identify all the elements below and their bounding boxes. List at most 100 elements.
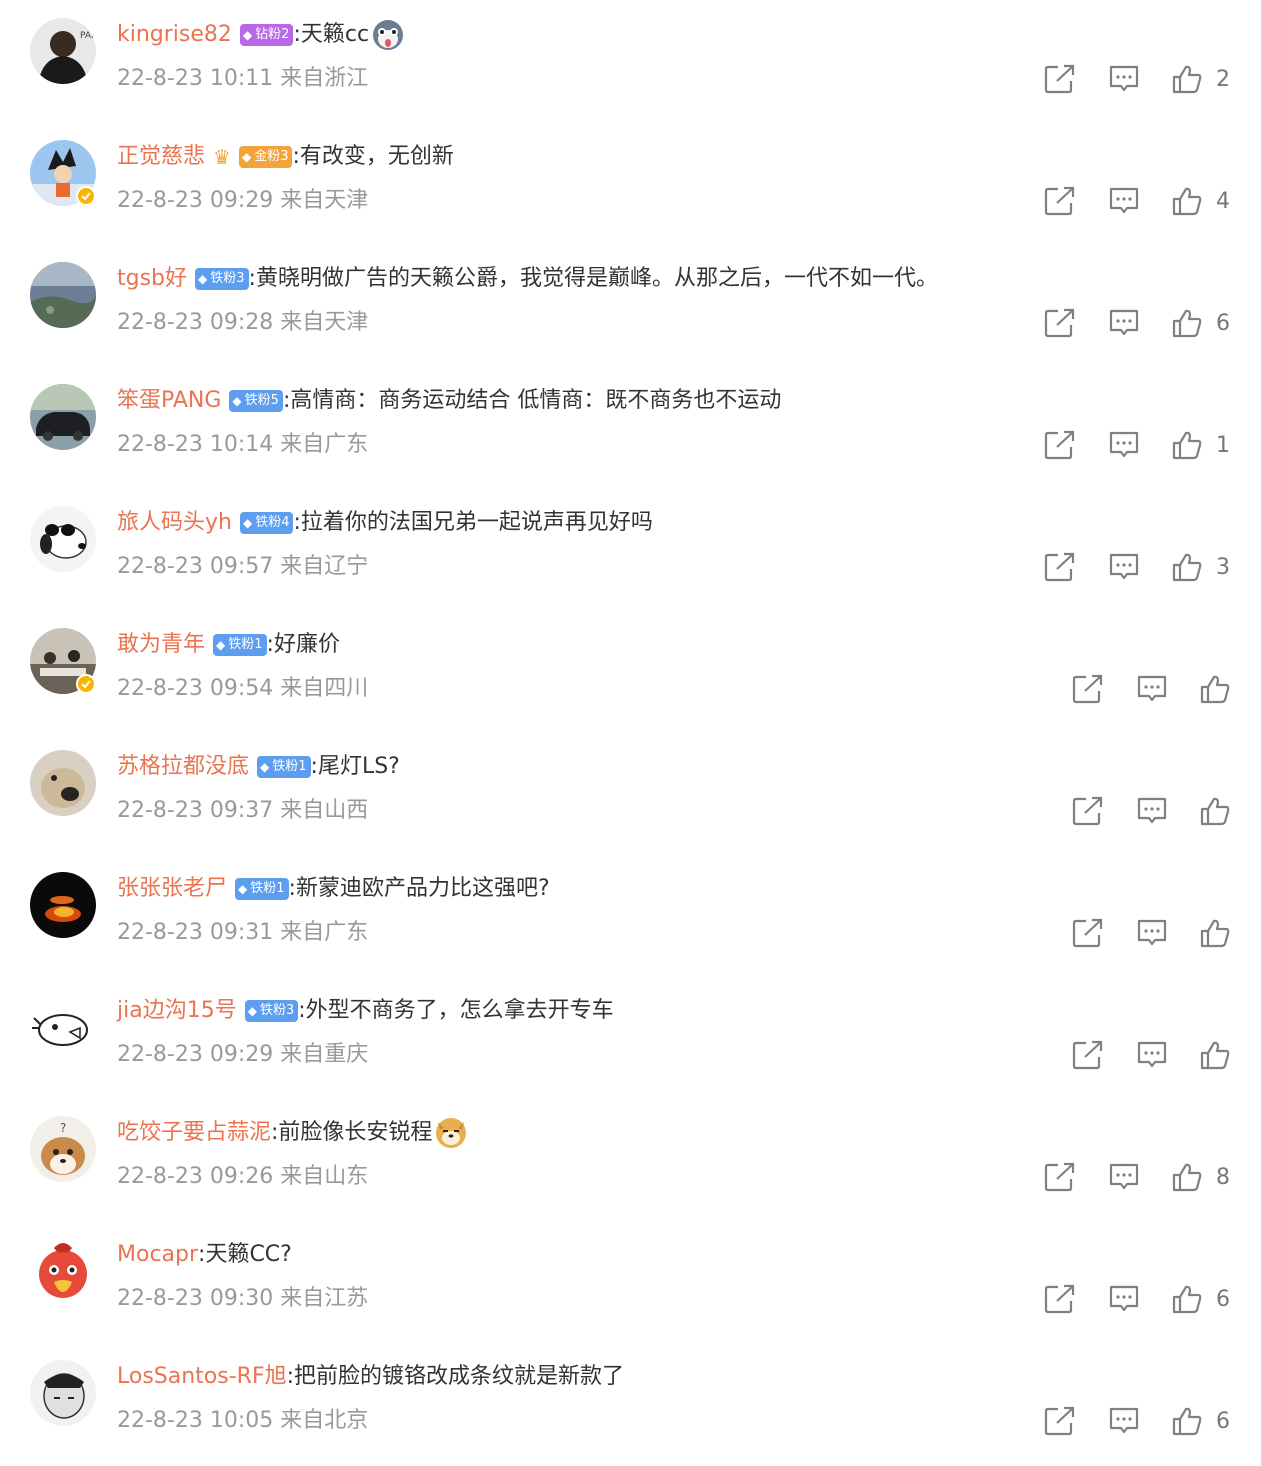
comment-meta: 22-8-23 09:30 来自江苏: [117, 1282, 368, 1316]
reply-button[interactable]: [1108, 423, 1140, 467]
comment-body: 张张张老尸 ◆ 铁粉1:新蒙迪欧产品力比这强吧?: [117, 871, 550, 907]
fan-badge[interactable]: ◆ 铁粉1: [213, 634, 267, 656]
username-link[interactable]: jia边沟15号: [117, 993, 237, 1029]
share-button[interactable]: [1044, 179, 1076, 223]
reply-button[interactable]: [1136, 911, 1168, 955]
comment-time: 22-8-23 09:54: [117, 676, 274, 701]
comment-actions: 6: [1044, 1277, 1230, 1321]
like-button[interactable]: 2: [1172, 57, 1230, 101]
gem-icon: ◆: [247, 1004, 257, 1018]
like-button[interactable]: 6: [1172, 1399, 1230, 1443]
username-link[interactable]: kingrise82: [117, 17, 232, 53]
fan-badge[interactable]: ◆ 金粉3: [238, 146, 293, 168]
avatar[interactable]: ?: [30, 1116, 96, 1182]
share-button[interactable]: [1044, 1277, 1076, 1321]
fan-badge[interactable]: ◆ 铁粉3: [195, 268, 249, 290]
share-button[interactable]: [1044, 1399, 1076, 1443]
like-button[interactable]: 6: [1172, 1277, 1230, 1321]
share-button[interactable]: [1072, 911, 1104, 955]
fan-badge-label: 铁粉5: [244, 393, 279, 408]
reply-button[interactable]: [1108, 1155, 1140, 1199]
share-icon: [1072, 1040, 1104, 1070]
like-count: 6: [1216, 1286, 1230, 1312]
comment-meta: 22-8-23 10:11 来自浙江: [117, 62, 368, 96]
fan-badge[interactable]: ◆ 铁粉4: [239, 512, 294, 534]
comment-actions: [1072, 911, 1230, 955]
reply-button[interactable]: [1108, 179, 1140, 223]
like-button[interactable]: 6: [1172, 301, 1230, 345]
comment-text: :天籁CC?: [198, 1242, 292, 1267]
like-button[interactable]: 3: [1172, 545, 1230, 589]
share-button[interactable]: [1044, 423, 1076, 467]
gem-icon: ◆: [242, 28, 253, 42]
share-button[interactable]: [1072, 667, 1104, 711]
avatar[interactable]: [30, 506, 96, 572]
username-link[interactable]: 苏格拉都没底: [117, 749, 249, 785]
like-button[interactable]: [1200, 911, 1230, 955]
username-link[interactable]: Mocapr: [117, 1237, 198, 1273]
avatar[interactable]: [30, 1360, 96, 1426]
like-count: 1: [1216, 432, 1230, 458]
reply-button[interactable]: [1136, 1033, 1168, 1077]
share-button[interactable]: [1044, 545, 1076, 589]
reply-button[interactable]: [1108, 57, 1140, 101]
comment-body: 吃饺子要占蒜泥:前脸像长安锐程: [117, 1115, 468, 1151]
like-button[interactable]: 1: [1172, 423, 1230, 467]
username-link[interactable]: tgsb好: [117, 261, 187, 297]
comment-item: 旅人码头yh ◆ 铁粉4:拉着你的法国兄弟一起说声再见好吗 22-8-23 09:57…: [0, 488, 1261, 610]
avatar[interactable]: [30, 384, 96, 450]
comment-icon: [1108, 186, 1140, 216]
fan-badge[interactable]: ◆ 铁粉1: [235, 878, 289, 900]
username-link[interactable]: 正觉慈悲: [117, 139, 205, 175]
username-link[interactable]: 旅人码头yh: [117, 505, 232, 541]
comment-text: :前脸像长安锐程: [271, 1120, 433, 1145]
comment-time: 22-8-23 10:11: [117, 66, 274, 91]
username-link[interactable]: 笨蛋PANG: [117, 383, 221, 419]
reply-button[interactable]: [1136, 667, 1168, 711]
avatar[interactable]: PAI: [30, 18, 96, 84]
like-count: 2: [1216, 66, 1230, 92]
comment-actions: 8: [1044, 1155, 1230, 1199]
comment-icon: [1108, 430, 1140, 460]
comment-text: :拉着你的法国兄弟一起说声再见好吗: [293, 510, 653, 535]
like-button[interactable]: [1200, 1033, 1230, 1077]
comment-icon: [1108, 552, 1140, 582]
reply-button[interactable]: [1108, 301, 1140, 345]
fan-badge[interactable]: ◆ 钻粉2: [239, 24, 294, 46]
comment-body: 笨蛋PANG ◆ 铁粉5:高情商：商务运动结合 低情商：既不商务也不运动: [117, 383, 781, 419]
fan-badge[interactable]: ◆ 铁粉1: [257, 756, 311, 778]
avatar[interactable]: [30, 1238, 96, 1304]
username-link[interactable]: 张张张老尸: [117, 871, 227, 907]
share-icon: [1044, 308, 1076, 338]
avatar[interactable]: [30, 262, 96, 328]
like-button[interactable]: 8: [1172, 1155, 1230, 1199]
share-button[interactable]: [1072, 1033, 1104, 1077]
avatar[interactable]: [30, 750, 96, 816]
share-button[interactable]: [1044, 57, 1076, 101]
comment-meta: 22-8-23 09:37 来自山西: [117, 794, 368, 828]
avatar[interactable]: [30, 994, 96, 1060]
fan-badge[interactable]: ◆ 铁粉5: [229, 390, 283, 412]
reply-button[interactable]: [1136, 789, 1168, 833]
comment-item: 苏格拉都没底 ◆ 铁粉1:尾灯LS? 22-8-23 09:37 来自山西: [0, 732, 1261, 854]
like-count: 4: [1216, 188, 1230, 214]
username-link[interactable]: 敢为青年: [117, 627, 205, 663]
share-icon: [1072, 674, 1104, 704]
share-button[interactable]: [1044, 1155, 1076, 1199]
thumbs-up-icon: [1172, 1284, 1202, 1314]
share-button[interactable]: [1072, 789, 1104, 833]
fan-badge-label: 铁粉3: [259, 1003, 295, 1018]
like-count: 6: [1216, 310, 1230, 336]
reply-button[interactable]: [1108, 545, 1140, 589]
share-button[interactable]: [1044, 301, 1076, 345]
reply-button[interactable]: [1108, 1277, 1140, 1321]
like-button[interactable]: 4: [1172, 179, 1230, 223]
like-button[interactable]: [1200, 667, 1230, 711]
thumbs-up-icon: [1172, 1162, 1202, 1192]
like-button[interactable]: [1200, 789, 1230, 833]
username-link[interactable]: 吃饺子要占蒜泥: [117, 1115, 271, 1151]
reply-button[interactable]: [1108, 1399, 1140, 1443]
username-link[interactable]: LosSantos-RF旭: [117, 1359, 287, 1395]
fan-badge[interactable]: ◆ 铁粉3: [244, 1000, 299, 1022]
avatar[interactable]: [30, 872, 96, 938]
